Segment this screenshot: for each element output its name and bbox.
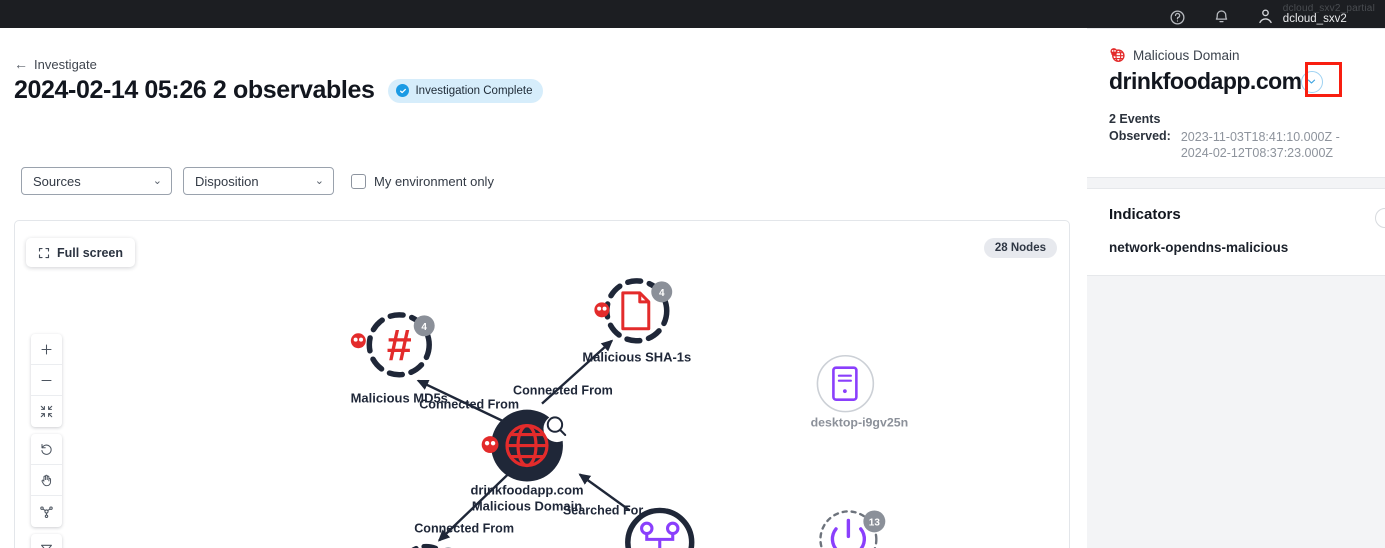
graph-zoom-group <box>31 334 62 427</box>
chevron-down-icon: ⌄ <box>314 174 324 187</box>
malicious-domain-icon <box>1110 48 1125 62</box>
sidebar-card-divider <box>1087 178 1385 188</box>
back-arrow-icon: ← <box>14 56 28 72</box>
notifications-bell-icon[interactable] <box>1211 0 1233 28</box>
relayout-graph-button[interactable] <box>31 496 62 527</box>
node-count-badge: 28 Nodes <box>983 238 1057 258</box>
reset-layout-button[interactable] <box>31 434 62 465</box>
observed-row: Observed: 2023-11-03T18:41:10.000Z - 202… <box>1109 129 1365 161</box>
expand-icon <box>38 247 50 258</box>
user-account-menu[interactable]: dcloud_sxv2_partial dcloud_sxv2 <box>1283 0 1375 28</box>
indicators-card: Indicators network-opendns-malicious <box>1087 188 1385 276</box>
graph-node-malicious-md5s: # 4 Malicious MD5s <box>351 312 448 406</box>
graph-node-searched-for-tree <box>625 507 695 548</box>
status-badge-label: Investigation Complete <box>415 84 533 97</box>
back-link-label: Investigate <box>34 57 97 72</box>
title-row: 2024-02-14 05:26 2 observables Investiga… <box>14 76 544 105</box>
sources-dropdown-label: Sources <box>33 173 81 189</box>
org-name-label: dcloud_sxv2_partial <box>1282 4 1375 13</box>
pan-tool-button[interactable] <box>31 465 62 496</box>
graph-diagram[interactable]: Connected From Connected From Connected … <box>15 221 1069 548</box>
graph-node-label: Malicious MD5s <box>351 391 448 406</box>
page-title: 2024-02-14 05:26 2 observables <box>14 76 375 104</box>
zoom-in-button[interactable] <box>31 334 62 365</box>
fit-to-screen-button[interactable] <box>31 396 62 427</box>
events-count-label: 2 Events <box>1109 112 1161 126</box>
chevron-down-circle-icon[interactable] <box>1300 70 1323 93</box>
graph-toolbar <box>31 334 62 548</box>
top-navigation-bar: dcloud_sxv2_partial dcloud_sxv2 <box>0 0 1385 28</box>
indicators-title: Indicators <box>1109 206 1181 223</box>
disposition-dropdown-label: Disposition <box>195 173 259 189</box>
graph-node-label: drinkfoodapp.com <box>470 482 583 497</box>
sources-dropdown[interactable]: Sources ⌄ <box>21 167 172 195</box>
help-circle-icon[interactable] <box>1167 0 1189 28</box>
zoom-out-button[interactable] <box>31 365 62 396</box>
full-screen-button[interactable]: Full screen <box>26 238 135 267</box>
observed-label: Observed: <box>1109 129 1171 143</box>
graph-node-malicious-sha1s: 4 Malicious SHA-1s <box>582 278 691 365</box>
user-name-label: dcloud_sxv2 <box>1282 13 1347 25</box>
my-environment-only-label: My environment only <box>374 173 494 189</box>
status-badge: Investigation Complete <box>388 78 544 103</box>
disposition-dropdown[interactable]: Disposition ⌄ <box>183 167 334 195</box>
full-screen-label: Full screen <box>57 245 123 260</box>
observable-title-row: drinkfoodapp.com <box>1109 62 1365 97</box>
observed-value: 2023-11-03T18:41:10.000Z - 2024-02-12T08… <box>1180 130 1340 160</box>
graph-node-sublabel: Malicious Domain <box>472 498 582 513</box>
sidebar-scroll-handle[interactable] <box>1375 208 1385 228</box>
details-sidebar: Malicious Domain drinkfoodapp.com 2 Even… <box>1087 28 1385 548</box>
filter-button[interactable] <box>31 534 62 548</box>
breadcrumb-back-investigate[interactable]: ← Investigate <box>14 57 97 72</box>
my-environment-only-checkbox[interactable] <box>351 173 366 189</box>
check-circle-icon <box>396 84 410 97</box>
user-avatar-icon[interactable] <box>1255 0 1277 28</box>
node-badge-count: 4 <box>421 322 427 333</box>
filter-bar: Sources ⌄ Disposition ⌄ My environment o… <box>21 167 494 195</box>
my-environment-only-checkbox-row[interactable]: My environment only <box>351 173 494 189</box>
main-content-pane: ← Investigate 2024-02-14 05:26 2 observa… <box>0 28 1085 548</box>
edge-label-connected-from: Connected From <box>513 384 613 398</box>
svg-text:#: # <box>387 320 412 371</box>
observable-summary-card: Malicious Domain drinkfoodapp.com 2 Even… <box>1087 28 1385 178</box>
observable-type-label: Malicious Domain <box>1133 47 1240 63</box>
graph-node-drinkfoodapp-domain: drinkfoodapp.com Malicious Domain <box>470 409 584 513</box>
observable-title: drinkfoodapp.com <box>1109 68 1302 94</box>
observable-type-row: Malicious Domain <box>1109 47 1365 63</box>
indicator-list-item[interactable]: network-opendns-malicious <box>1109 240 1365 255</box>
relations-graph-canvas[interactable]: Full screen 28 Nodes Connected From Conn… <box>14 220 1070 548</box>
node-badge-count: 4 <box>659 288 665 299</box>
graph-node-label: Malicious SHA-1s <box>582 350 691 365</box>
edge-label-connected-from: Connected From <box>414 521 514 535</box>
topbar-icon-group <box>1167 0 1277 28</box>
chevron-down-icon: ⌄ <box>152 174 162 187</box>
graph-filter-group <box>31 534 62 548</box>
graph-tools-group <box>31 434 62 527</box>
